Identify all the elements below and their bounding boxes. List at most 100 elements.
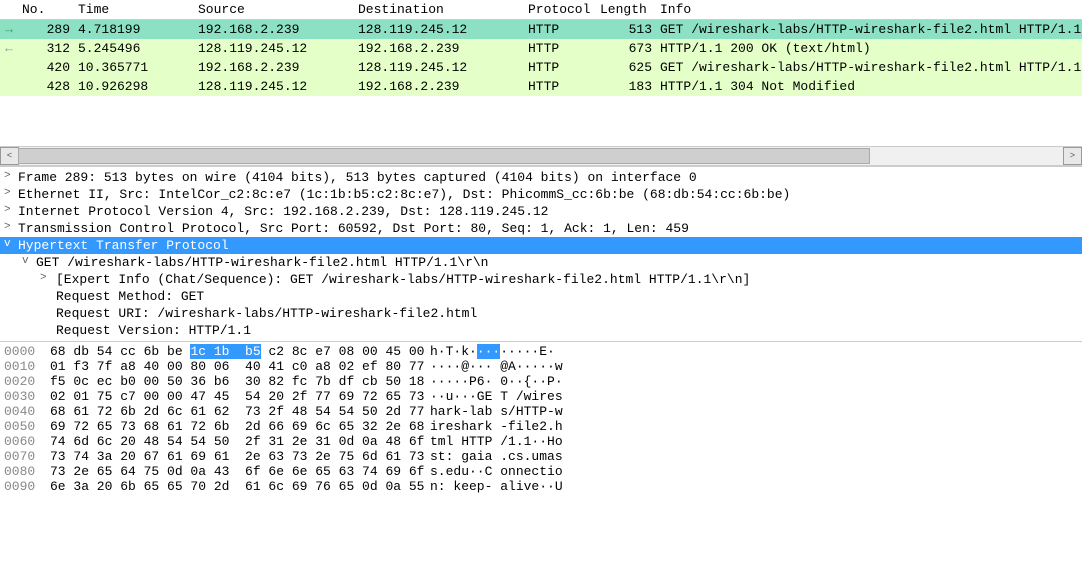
- scroll-thumb[interactable]: [18, 148, 870, 164]
- tree-item-tcp[interactable]: >Transmission Control Protocol, Src Port…: [0, 220, 1082, 237]
- hex-row[interactable]: 003002 01 75 c7 00 00 47 45 54 20 2f 77 …: [4, 389, 1078, 404]
- tree-label: Request Version: HTTP/1.1: [56, 323, 251, 338]
- cell-no: 428: [18, 77, 74, 96]
- hex-ascii: tml HTTP /1.1··Ho: [430, 434, 563, 449]
- tree-label: Transmission Control Protocol, Src Port:…: [18, 221, 689, 236]
- expand-icon[interactable]: >: [4, 187, 16, 199]
- cell-no: 420: [18, 58, 74, 77]
- packet-row[interactable]: 428 10.926298 128.119.245.12 192.168.2.2…: [0, 77, 1082, 96]
- packet-row[interactable]: ← 312 5.245496 128.119.245.12 192.168.2.…: [0, 39, 1082, 58]
- packet-marker-icon: ←: [0, 39, 18, 58]
- hex-row[interactable]: 004068 61 72 6b 2d 6c 61 62 73 2f 48 54 …: [4, 404, 1078, 419]
- cell-proto: HTTP: [524, 77, 596, 96]
- hex-bytes: 73 2e 65 64 75 0d 0a 43 6f 6e 6e 65 63 7…: [50, 464, 430, 479]
- tree-item-ip[interactable]: >Internet Protocol Version 4, Src: 192.1…: [0, 203, 1082, 220]
- packet-row[interactable]: → 289 4.718199 192.168.2.239 128.119.245…: [0, 20, 1082, 40]
- cell-src: 192.168.2.239: [194, 20, 354, 40]
- packet-details[interactable]: >Frame 289: 513 bytes on wire (4104 bits…: [0, 167, 1082, 341]
- expand-icon[interactable]: >: [4, 204, 16, 216]
- hex-ascii: n: keep- alive··U: [430, 479, 563, 494]
- hex-offset: 0000: [4, 344, 50, 359]
- tree-item-uri[interactable]: Request URI: /wireshark-labs/HTTP-wiresh…: [0, 305, 1082, 322]
- cell-len: 513: [596, 20, 656, 40]
- cell-src: 192.168.2.239: [194, 58, 354, 77]
- hex-row[interactable]: 006074 6d 6c 20 48 54 54 50 2f 31 2e 31 …: [4, 434, 1078, 449]
- cell-no: 289: [18, 20, 74, 40]
- tree-item-version[interactable]: Request Version: HTTP/1.1: [0, 322, 1082, 339]
- hex-row[interactable]: 005069 72 65 73 68 61 72 6b 2d 66 69 6c …: [4, 419, 1078, 434]
- tree-item-expert[interactable]: > [Expert Info (Chat/Sequence): GET /wire…: [0, 271, 1082, 288]
- cell-dst: 192.168.2.239: [354, 39, 524, 58]
- hex-bytes: 74 6d 6c 20 48 54 54 50 2f 31 2e 31 0d 0…: [50, 434, 430, 449]
- expand-icon[interactable]: >: [40, 272, 52, 284]
- tree-label: Hypertext Transfer Protocol: [18, 238, 229, 253]
- cell-time: 10.365771: [74, 58, 194, 77]
- cell-proto: HTTP: [524, 39, 596, 58]
- col-hdr-source[interactable]: Source: [194, 0, 354, 20]
- hex-row[interactable]: 008073 2e 65 64 75 0d 0a 43 6f 6e 6e 65 …: [4, 464, 1078, 479]
- hex-offset: 0080: [4, 464, 50, 479]
- hex-dump[interactable]: 000068 db 54 cc 6b be 1c 1b b5 c2 8c e7 …: [0, 342, 1082, 496]
- cell-time: 5.245496: [74, 39, 194, 58]
- tree-item-ethernet[interactable]: >Ethernet II, Src: IntelCor_c2:8c:e7 (1c…: [0, 186, 1082, 203]
- cell-proto: HTTP: [524, 20, 596, 40]
- collapse-icon[interactable]: v: [4, 238, 16, 250]
- tree-label: Ethernet II, Src: IntelCor_c2:8c:e7 (1c:…: [18, 187, 790, 202]
- hex-offset: 0010: [4, 359, 50, 374]
- hex-row[interactable]: 007073 74 3a 20 67 61 69 61 2e 63 73 2e …: [4, 449, 1078, 464]
- expand-icon[interactable]: >: [4, 221, 16, 233]
- expand-icon[interactable]: >: [4, 170, 16, 182]
- tree-label: Internet Protocol Version 4, Src: 192.16…: [18, 204, 549, 219]
- hex-offset: 0020: [4, 374, 50, 389]
- hex-row[interactable]: 001001 f3 7f a8 40 00 80 06 40 41 c0 a8 …: [4, 359, 1078, 374]
- packet-list-header: No. Time Source Destination Protocol Len…: [0, 0, 1082, 20]
- hex-bytes: 6e 3a 20 6b 65 65 70 2d 61 6c 69 76 65 0…: [50, 479, 430, 494]
- cell-proto: HTTP: [524, 58, 596, 77]
- tree-label: GET /wireshark-labs/HTTP-wireshark-file2…: [36, 255, 488, 270]
- cell-src: 128.119.245.12: [194, 39, 354, 58]
- cell-dst: 128.119.245.12: [354, 20, 524, 40]
- hex-ascii: ireshark -file2.h: [430, 419, 563, 434]
- cell-info: HTTP/1.1 200 OK (text/html): [656, 39, 1082, 58]
- hex-ascii: s.edu··C onnectio: [430, 464, 563, 479]
- hex-bytes: 68 db 54 cc 6b be 1c 1b b5 c2 8c e7 08 0…: [50, 344, 430, 359]
- hex-row[interactable]: 000068 db 54 cc 6b be 1c 1b b5 c2 8c e7 …: [4, 344, 1078, 359]
- hex-offset: 0070: [4, 449, 50, 464]
- cell-info: HTTP/1.1 304 Not Modified: [656, 77, 1082, 96]
- col-hdr-destination[interactable]: Destination: [354, 0, 524, 20]
- horizontal-scrollbar[interactable]: < >: [0, 146, 1082, 166]
- hex-ascii: h·T·k·········E·: [430, 344, 555, 359]
- hex-bytes: f5 0c ec b0 00 50 36 b6 30 82 fc 7b df c…: [50, 374, 430, 389]
- packet-marker-icon: →: [0, 20, 18, 40]
- hex-bytes: 68 61 72 6b 2d 6c 61 62 73 2f 48 54 54 5…: [50, 404, 430, 419]
- tree-item-request-line[interactable]: vGET /wireshark-labs/HTTP-wireshark-file…: [0, 254, 1082, 271]
- packet-list[interactable]: No. Time Source Destination Protocol Len…: [0, 0, 1082, 167]
- cell-info: GET /wireshark-labs/HTTP-wireshark-file2…: [656, 20, 1082, 40]
- hex-offset: 0050: [4, 419, 50, 434]
- scroll-right-button[interactable]: >: [1063, 147, 1082, 165]
- hex-ascii: st: gaia .cs.umas: [430, 449, 563, 464]
- col-hdr-length[interactable]: Length: [596, 0, 656, 20]
- hex-ascii: hark-lab s/HTTP-w: [430, 404, 563, 419]
- tree-label: Request Method: GET: [56, 289, 204, 304]
- hex-offset: 0030: [4, 389, 50, 404]
- hex-bytes: 01 f3 7f a8 40 00 80 06 40 41 c0 a8 02 e…: [50, 359, 430, 374]
- collapse-icon[interactable]: v: [22, 255, 34, 267]
- packet-row[interactable]: 420 10.365771 192.168.2.239 128.119.245.…: [0, 58, 1082, 77]
- cell-len: 625: [596, 58, 656, 77]
- col-hdr-protocol[interactable]: Protocol: [524, 0, 596, 20]
- col-hdr-info[interactable]: Info: [656, 0, 1082, 20]
- col-hdr-time[interactable]: Time: [74, 0, 194, 20]
- cell-dst: 128.119.245.12: [354, 58, 524, 77]
- tree-item-method[interactable]: Request Method: GET: [0, 288, 1082, 305]
- tree-item-http[interactable]: vHypertext Transfer Protocol: [0, 237, 1082, 254]
- cell-len: 673: [596, 39, 656, 58]
- col-hdr-no[interactable]: No.: [18, 0, 74, 20]
- scroll-left-button[interactable]: <: [0, 147, 19, 165]
- hex-row[interactable]: 00906e 3a 20 6b 65 65 70 2d 61 6c 69 76 …: [4, 479, 1078, 494]
- tree-label: [Expert Info (Chat/Sequence): GET /wires…: [56, 272, 750, 287]
- cell-dst: 192.168.2.239: [354, 77, 524, 96]
- tree-item-frame[interactable]: >Frame 289: 513 bytes on wire (4104 bits…: [0, 169, 1082, 186]
- hex-row[interactable]: 0020f5 0c ec b0 00 50 36 b6 30 82 fc 7b …: [4, 374, 1078, 389]
- cell-time: 10.926298: [74, 77, 194, 96]
